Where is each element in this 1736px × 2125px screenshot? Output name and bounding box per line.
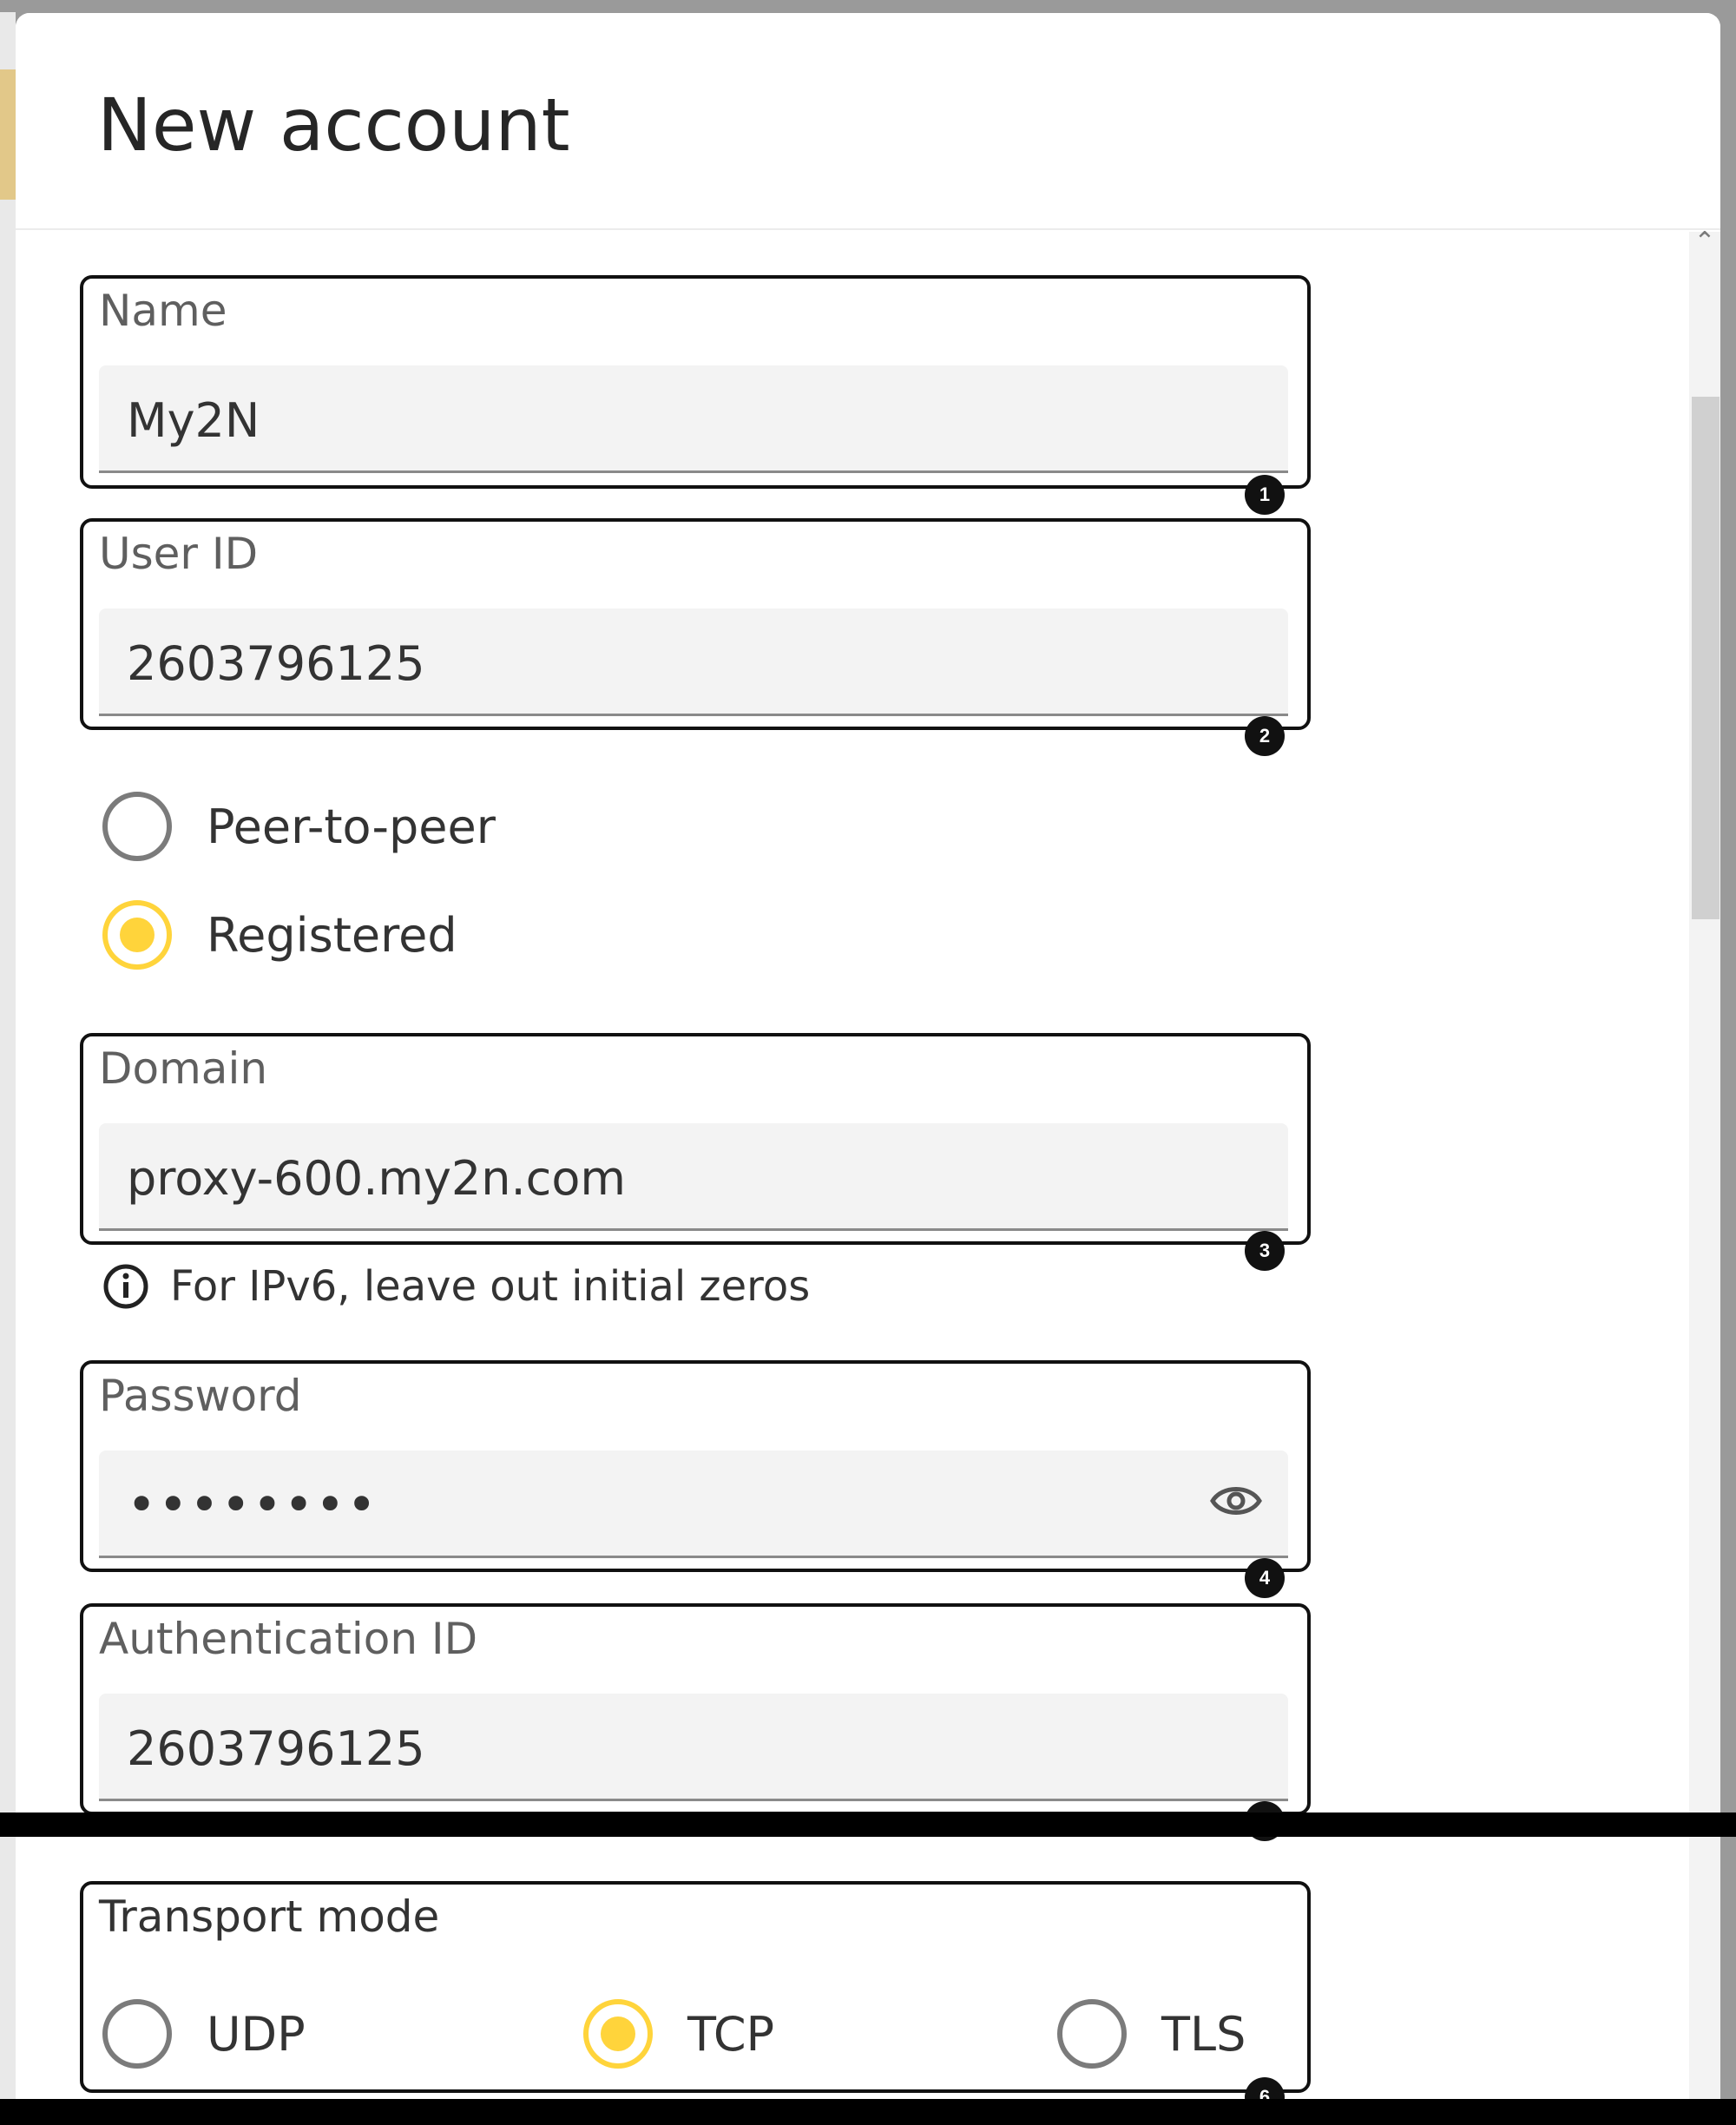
domain-field: Domain proxy-600.my2n.com 3	[80, 1033, 1311, 1271]
user-id-value: 2603796125	[127, 636, 425, 691]
radio-udp[interactable]: UDP	[102, 1999, 306, 2069]
background-highlight	[0, 69, 16, 200]
callout-marker-2: 2	[1245, 716, 1285, 756]
auth-id-field: Authentication ID 2603796125 5	[80, 1603, 1311, 1841]
auth-id-label: Authentication ID	[99, 1614, 478, 1664]
transport-mode-label: Transport mode	[99, 1891, 440, 1942]
name-input[interactable]: My2N	[99, 365, 1288, 473]
password-label: Password	[99, 1371, 302, 1421]
password-input[interactable]: ••••••••	[99, 1451, 1288, 1558]
radio-registered-label: Registered	[207, 907, 457, 963]
scrollbar[interactable]: ⌃	[1689, 227, 1720, 2125]
radio-tls-circle[interactable]	[1057, 1999, 1127, 2069]
radio-peer-to-peer-label: Peer-to-peer	[207, 799, 496, 854]
radio-udp-circle[interactable]	[102, 1999, 172, 2069]
domain-value: proxy-600.my2n.com	[127, 1151, 626, 1206]
transport-mode-group: Transport mode UDP TCP TLS 6	[80, 1881, 1311, 2117]
radio-registered-circle[interactable]	[102, 900, 172, 970]
callout-marker-4: 4	[1245, 1558, 1285, 1598]
new-account-dialog: New account Name My2N 1 User ID 26037961…	[16, 13, 1720, 2125]
radio-registered[interactable]: Registered	[102, 900, 457, 970]
callout-marker-3: 3	[1245, 1231, 1285, 1271]
dialog-body: Name My2N 1 User ID 2603796125 2 Peer-to…	[16, 227, 1720, 2125]
radio-peer-to-peer-circle[interactable]	[102, 792, 172, 861]
auth-id-input[interactable]: 2603796125	[99, 1694, 1288, 1801]
scroll-up-arrow-icon[interactable]: ⌃	[1689, 227, 1720, 261]
radio-peer-to-peer[interactable]: Peer-to-peer	[102, 792, 496, 861]
name-value: My2N	[127, 393, 260, 448]
bottom-separator	[0, 2099, 1736, 2125]
screenshot-separator	[0, 1812, 1736, 1837]
radio-tcp[interactable]: TCP	[583, 1999, 774, 2069]
radio-tcp-circle[interactable]	[583, 1999, 653, 2069]
dialog-header: New account	[16, 13, 1720, 230]
domain-input[interactable]: proxy-600.my2n.com	[99, 1123, 1288, 1231]
callout-marker-1: 1	[1245, 475, 1285, 515]
background-app	[0, 12, 16, 2125]
domain-hint-text: For IPv6, leave out initial zeros	[170, 1262, 811, 1311]
radio-tls-label: TLS	[1161, 2006, 1246, 2062]
user-id-input[interactable]: 2603796125	[99, 609, 1288, 716]
dialog-title: New account	[97, 82, 570, 168]
password-field: Password •••••••• 4	[80, 1360, 1311, 1598]
user-id-label: User ID	[99, 529, 259, 579]
name-label: Name	[99, 286, 227, 336]
domain-hint: For IPv6, leave out initial zeros	[102, 1260, 810, 1312]
radio-tcp-label: TCP	[687, 2006, 775, 2062]
radio-udp-label: UDP	[207, 2006, 306, 2062]
scrollbar-thumb[interactable]	[1692, 397, 1720, 919]
name-field: Name My2N 1	[80, 275, 1311, 515]
radio-tls[interactable]: TLS	[1057, 1999, 1246, 2069]
password-value: ••••••••	[127, 1475, 378, 1534]
user-id-field: User ID 2603796125 2	[80, 518, 1311, 756]
eye-icon[interactable]	[1210, 1482, 1262, 1520]
info-icon	[103, 1264, 148, 1309]
auth-id-value: 2603796125	[127, 1721, 425, 1776]
domain-label: Domain	[99, 1043, 268, 1094]
